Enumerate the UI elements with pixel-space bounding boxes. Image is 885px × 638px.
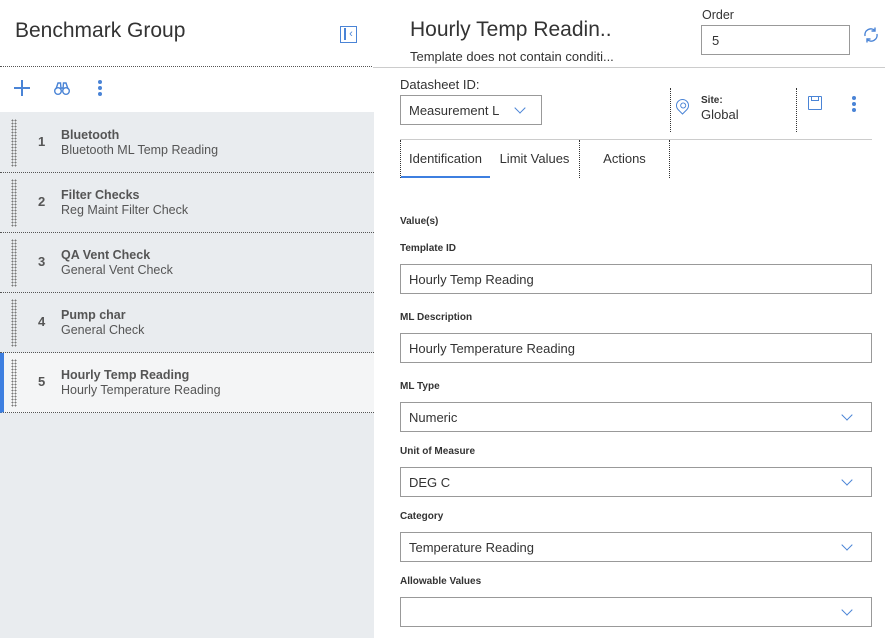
uom-value: DEG C xyxy=(409,475,451,490)
tab-limit-values[interactable]: Limit Values xyxy=(490,140,579,178)
chevron-down-icon xyxy=(841,474,853,486)
list-item[interactable]: 1 Bluetooth Bluetooth ML Temp Reading xyxy=(0,113,374,173)
page-title: Hourly Temp Readin.. xyxy=(410,18,612,41)
ml-type-value: Numeric xyxy=(409,410,458,425)
allowable-values-select[interactable] xyxy=(400,597,872,627)
template-list: 1 Bluetooth Bluetooth ML Temp Reading 2 … xyxy=(0,113,374,413)
datasheet-label: Datasheet ID: xyxy=(400,77,480,92)
list-item[interactable]: 3 QA Vent Check General Vent Check xyxy=(0,233,374,293)
ml-type-label: ML Type xyxy=(400,381,440,392)
item-title: Bluetooth xyxy=(61,128,120,142)
list-item[interactable]: 2 Filter Checks Reg Maint Filter Check xyxy=(0,173,374,233)
order-label: Order xyxy=(702,8,734,22)
item-subtitle: General Vent Check xyxy=(61,263,173,277)
divider xyxy=(373,67,885,68)
values-heading: Value(s) xyxy=(400,216,439,227)
datasheet-select[interactable]: Measurement Lo xyxy=(400,95,542,125)
list-item[interactable]: 4 Pump char General Check xyxy=(0,293,374,353)
drag-handle-icon[interactable] xyxy=(11,179,17,227)
order-input[interactable]: 5 xyxy=(701,25,850,55)
page-subtitle: Template does not contain conditi... xyxy=(410,49,614,64)
divider xyxy=(669,140,670,178)
binoculars-icon[interactable] xyxy=(54,80,70,96)
tab-actions[interactable]: Actions xyxy=(580,140,669,178)
item-subtitle: Hourly Temperature Reading xyxy=(61,383,221,397)
site-value: Global xyxy=(701,107,739,122)
item-number: 3 xyxy=(38,254,46,269)
chevron-down-icon xyxy=(841,604,853,616)
item-number: 5 xyxy=(38,374,46,389)
site-label: Site: xyxy=(701,95,723,106)
item-title: Filter Checks xyxy=(61,188,140,202)
collapse-panel-button[interactable]: ‹ xyxy=(340,26,357,43)
more-options-icon[interactable] xyxy=(851,96,857,112)
item-subtitle: General Check xyxy=(61,323,145,337)
drag-handle-icon[interactable] xyxy=(11,299,17,347)
list-item-selected[interactable]: 5 Hourly Temp Reading Hourly Temperature… xyxy=(0,353,374,413)
left-panel: Benchmark Group ‹ 1 Bluetooth Bluetooth … xyxy=(0,0,374,638)
drag-handle-icon[interactable] xyxy=(11,119,17,167)
location-pin-icon xyxy=(673,96,692,115)
chevron-down-icon xyxy=(841,409,853,421)
left-header: Benchmark Group ‹ xyxy=(0,0,374,67)
more-options-icon[interactable] xyxy=(97,80,103,96)
save-icon[interactable] xyxy=(808,96,822,110)
drag-handle-icon[interactable] xyxy=(11,239,17,287)
divider xyxy=(670,88,671,132)
tab-identification[interactable]: Identification xyxy=(401,140,490,178)
ml-type-select[interactable]: Numeric xyxy=(400,402,872,432)
chevron-left-icon: ‹ xyxy=(349,28,353,40)
uom-select[interactable]: DEG C xyxy=(400,467,872,497)
chevron-down-icon xyxy=(841,539,853,551)
ml-description-input[interactable]: Hourly Temperature Reading xyxy=(400,333,872,363)
template-id-input[interactable]: Hourly Temp Reading xyxy=(400,264,872,294)
template-id-label: Template ID xyxy=(400,243,456,254)
item-title: QA Vent Check xyxy=(61,248,151,262)
ml-description-label: ML Description xyxy=(400,312,473,323)
allowable-values-label: Allowable Values xyxy=(400,576,482,587)
item-subtitle: Bluetooth ML Temp Reading xyxy=(61,143,219,157)
item-number: 4 xyxy=(38,314,46,329)
add-icon[interactable] xyxy=(14,80,30,96)
chevron-down-icon xyxy=(514,102,526,114)
refresh-icon[interactable] xyxy=(862,26,880,44)
category-select[interactable]: Temperature Reading xyxy=(400,532,872,562)
divider xyxy=(796,88,797,132)
item-title: Pump char xyxy=(61,308,126,322)
item-number: 2 xyxy=(38,194,46,209)
item-title: Hourly Temp Reading xyxy=(61,368,190,382)
item-subtitle: Reg Maint Filter Check xyxy=(61,203,189,217)
uom-label: Unit of Measure xyxy=(400,446,476,457)
drag-handle-icon[interactable] xyxy=(11,359,17,407)
item-number: 1 xyxy=(38,134,46,149)
category-value: Temperature Reading xyxy=(409,540,535,555)
datasheet-value: Measurement Lo xyxy=(409,103,499,118)
group-title: Benchmark Group xyxy=(15,19,186,42)
category-label: Category xyxy=(400,511,444,522)
